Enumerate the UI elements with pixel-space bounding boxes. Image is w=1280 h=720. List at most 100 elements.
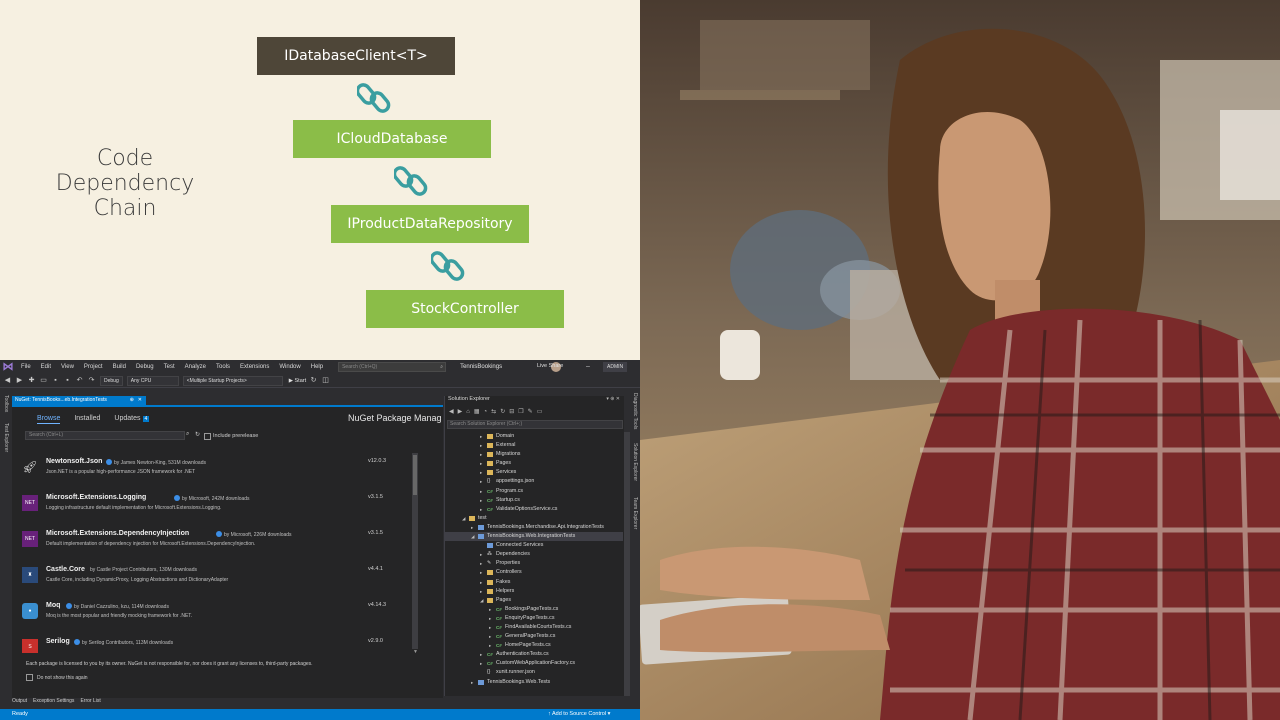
tree-item[interactable]: ▸ {} appsettings.json <box>445 477 623 486</box>
menu-tools[interactable]: Tools <box>211 364 235 370</box>
menu-extensions[interactable]: Extensions <box>235 364 274 370</box>
refresh-icon[interactable]: ↻ <box>500 408 505 415</box>
toolbox-tab[interactable]: Toolbox <box>3 395 9 412</box>
expander-icon[interactable]: ▸ <box>480 659 482 668</box>
preview-icon[interactable]: ▭ <box>537 408 543 415</box>
menu-edit[interactable]: Edit <box>36 364 56 370</box>
tree-item[interactable]: ▸ Domain <box>445 432 623 441</box>
add-to-source-control-button[interactable]: ↑ Add to Source Control ▾ <box>548 709 610 720</box>
tree-item[interactable]: ◢ Pages <box>445 596 623 605</box>
pane-options-icons[interactable]: ▾ ⊕ ✕ <box>606 396 620 402</box>
expander-icon[interactable]: ▸ <box>471 678 473 687</box>
tree-item[interactable]: ▸ TennisBookings.Web.Tests <box>445 678 623 687</box>
solution-platform-select[interactable]: Any CPU <box>126 375 179 386</box>
startup-projects-select[interactable]: <Multiple Startup Projects> <box>182 375 283 386</box>
test-explorer-tab[interactable]: Test Explorer <box>3 423 9 452</box>
quick-launch-search[interactable]: Search (Ctrl+Q) ⌕ <box>338 362 447 372</box>
tree-item[interactable]: ▸ C# CustomWebApplicationFactory.cs <box>445 659 623 668</box>
expander-icon[interactable]: ▸ <box>489 641 491 650</box>
tree-item[interactable]: ▸ C# Program.cs <box>445 487 623 496</box>
tab-exception-settings[interactable]: Exception Settings <box>33 698 74 704</box>
menu-project[interactable]: Project <box>79 364 108 370</box>
tree-item[interactable]: ▸ ⁂ Dependencies <box>445 550 623 559</box>
expander-icon[interactable]: ▸ <box>480 477 482 486</box>
include-prerelease-checkbox[interactable] <box>204 433 211 440</box>
search-icon[interactable]: ⌕ <box>186 431 189 438</box>
nuget-document-tab[interactable]: NuGet: TennisBooks...eb.IntegrationTests… <box>12 396 146 405</box>
sync-icon[interactable]: ⇆ <box>491 408 496 415</box>
list-item[interactable]: ♜ Castle.Core by Castle Project Contribu… <box>16 561 406 597</box>
diagnostic-tools-tab[interactable]: Diagnostic Tools <box>632 393 638 429</box>
back-icon[interactable]: ◀ <box>449 408 454 415</box>
undo-icon[interactable]: ↶ <box>75 376 84 385</box>
tree-item[interactable]: {} xunit.runner.json <box>445 668 623 677</box>
tab-error-list[interactable]: Error List <box>80 698 100 704</box>
menu-view[interactable]: View <box>56 364 79 370</box>
start-button[interactable]: ▶ Start <box>289 378 306 384</box>
expander-icon[interactable]: ▸ <box>489 605 491 614</box>
tree-item[interactable]: ▸ External <box>445 441 623 450</box>
minimize-icon[interactable]: – <box>583 361 593 372</box>
tree-item[interactable]: ▸ C# FindAvailableCourtsTests.cs <box>445 623 623 632</box>
new-item-icon[interactable]: ✚ <box>27 376 36 385</box>
tree-item[interactable]: ▸ C# HomePageTests.cs <box>445 641 623 650</box>
list-item[interactable]: NET Microsoft.Extensions.DependencyInjec… <box>16 525 406 561</box>
expander-icon[interactable]: ▸ <box>480 432 482 441</box>
tree-item[interactable]: ◢ TennisBookings.Web.IntegrationTests <box>445 532 623 542</box>
expander-icon[interactable]: ▸ <box>480 468 482 477</box>
home-icon[interactable]: ⌂ <box>466 409 470 415</box>
tree-item[interactable]: ▸ Pages <box>445 459 623 468</box>
live-share-button[interactable]: Live Share <box>537 363 563 369</box>
expander-icon[interactable]: ▸ <box>480 650 482 659</box>
scrollbar-thumb[interactable] <box>413 455 417 495</box>
do-not-show-checkbox[interactable] <box>26 674 33 681</box>
show-all-files-icon[interactable]: ❐ <box>518 408 523 415</box>
expander-icon[interactable]: ▸ <box>480 441 482 450</box>
solution-configuration-select[interactable]: Debug <box>100 375 123 386</box>
menu-analyze[interactable]: Analyze <box>180 364 211 370</box>
forward-icon[interactable]: ▶ <box>458 408 463 415</box>
menu-window[interactable]: Window <box>274 364 305 370</box>
browser-link-icon[interactable]: ◫ <box>321 376 330 385</box>
tree-item[interactable]: ▸ C# ValidateOptionsService.cs <box>445 505 623 514</box>
tree-item[interactable]: ▸ Helpers <box>445 587 623 596</box>
collapse-all-icon[interactable]: ⊟ <box>509 408 514 415</box>
forward-icon[interactable]: ▶ <box>15 376 24 385</box>
list-item[interactable]: ● Moq by Daniel Cazzulino, kzu, 114M dow… <box>16 597 406 633</box>
tree-item[interactable]: ▸ Fakes <box>445 578 623 587</box>
tree-item[interactable]: Connected Services <box>445 541 623 550</box>
tab-output[interactable]: Output <box>12 698 27 704</box>
menu-file[interactable]: File <box>16 364 36 370</box>
expander-icon[interactable]: ▸ <box>489 632 491 641</box>
tree-item[interactable]: ▸ Migrations <box>445 450 623 459</box>
properties-icon[interactable]: ✎ <box>528 408 533 415</box>
expander-icon[interactable]: ▸ <box>471 523 473 532</box>
save-all-icon[interactable]: ▪ <box>63 376 72 385</box>
back-icon[interactable]: ◀ <box>3 376 12 385</box>
solution-explorer-tab[interactable]: Solution Explorer <box>632 443 638 481</box>
open-icon[interactable]: ▭ <box>39 376 48 385</box>
tree-item[interactable]: ▸ C# BookingsPageTests.cs <box>445 605 623 614</box>
expander-icon[interactable]: ▸ <box>480 450 482 459</box>
nuget-search-input[interactable]: Search (Ctrl+L) <box>25 431 185 440</box>
menu-test[interactable]: Test <box>159 364 180 370</box>
pin-icon[interactable]: ⊕ <box>130 396 134 405</box>
menu-build[interactable]: Build <box>108 364 131 370</box>
redo-icon[interactable]: ↷ <box>87 376 96 385</box>
expander-icon[interactable]: ▸ <box>480 550 482 559</box>
expander-icon[interactable]: ▸ <box>480 559 482 568</box>
tree-item[interactable]: ▸ C# EnquiryPageTests.cs <box>445 614 623 623</box>
list-item[interactable]: NET Microsoft.Extensions.Logging by Micr… <box>16 489 406 525</box>
tree-item[interactable]: ▸ Services <box>445 468 623 477</box>
refresh-icon[interactable]: ↻ <box>309 376 318 385</box>
expander-icon[interactable]: ▸ <box>480 578 482 587</box>
tree-item[interactable]: ▸ Controllers <box>445 568 623 577</box>
tree-item[interactable]: ▸ C# GeneralPageTests.cs <box>445 632 623 641</box>
expander-icon[interactable]: ◢ <box>471 532 474 541</box>
expander-icon[interactable]: ◢ <box>480 596 483 605</box>
tree-item[interactable]: ▸ TennisBookings.Merchandise.Api.Integrat… <box>445 523 623 532</box>
close-icon[interactable]: ✕ <box>138 396 142 405</box>
tree-item[interactable]: ▸ C# AuthenticationTests.cs <box>445 650 623 659</box>
expander-icon[interactable]: ▸ <box>480 459 482 468</box>
save-icon[interactable]: ▪ <box>51 376 60 385</box>
